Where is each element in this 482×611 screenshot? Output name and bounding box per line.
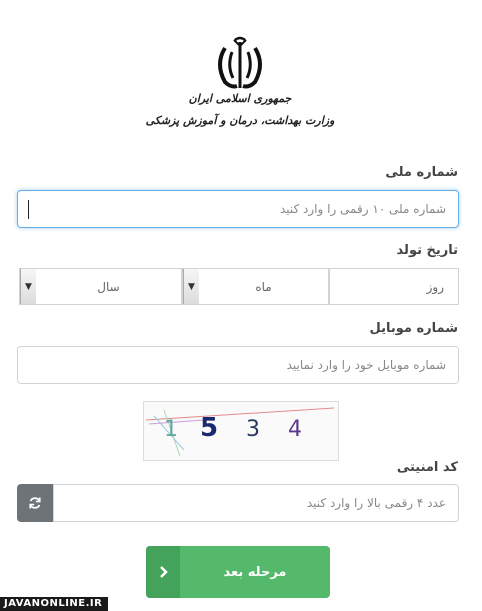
emblem-logo — [205, 34, 275, 96]
day-select[interactable]: روز — [329, 268, 459, 305]
national-id-placeholder: شماره ملی ۱۰ رقمی را وارد کنید — [279, 202, 446, 216]
mobile-placeholder: شماره موبایل خود را وارد نمایید — [286, 358, 446, 372]
security-code-placeholder: عدد ۴ رقمی بالا را وارد کنید — [306, 496, 446, 510]
mobile-input[interactable]: شماره موبایل خود را وارد نمایید — [17, 346, 459, 384]
security-code-input[interactable]: عدد ۴ رقمی بالا را وارد کنید — [53, 484, 459, 522]
year-select-value: سال — [97, 279, 120, 294]
security-code-label: کد امنیتی — [396, 460, 458, 475]
month-select[interactable]: ماه ▼ — [182, 268, 329, 305]
org-name-line2: وزارت بهداشت، درمان و آموزش پزشکی — [145, 114, 335, 127]
watermark: JAVANONLINE.IR — [0, 597, 109, 611]
captcha-graphic: 1 5 3 4 — [145, 407, 335, 457]
year-select[interactable]: سال ▼ — [19, 268, 182, 305]
iran-emblem-icon — [218, 36, 262, 89]
next-step-label: مرحله بعد — [223, 564, 287, 580]
birth-date-label: تاریخ تولد — [396, 243, 458, 258]
captcha-image: 1 5 3 4 — [143, 401, 339, 461]
chevron-left-icon — [146, 546, 180, 598]
org-name-line1: جمهوری اسلامی ایران — [188, 92, 292, 105]
chevron-down-icon[interactable]: ▼ — [183, 269, 199, 304]
mobile-label: شماره موبایل — [369, 321, 458, 336]
refresh-icon — [29, 497, 41, 509]
chevron-down-icon[interactable]: ▼ — [20, 269, 36, 304]
captcha-digit: 3 — [246, 417, 260, 442]
refresh-captcha-button[interactable] — [17, 484, 53, 522]
text-cursor — [28, 200, 29, 219]
national-id-label: شماره ملی — [385, 165, 458, 180]
national-id-input[interactable]: شماره ملی ۱۰ رقمی را وارد کنید — [17, 190, 459, 228]
captcha-digit: 4 — [288, 417, 302, 442]
day-select-value: روز — [426, 279, 444, 294]
next-step-button[interactable]: مرحله بعد — [146, 546, 330, 598]
captcha-digit: 5 — [200, 413, 218, 443]
month-select-value: ماه — [255, 279, 272, 294]
captcha-digit: 1 — [164, 417, 178, 442]
